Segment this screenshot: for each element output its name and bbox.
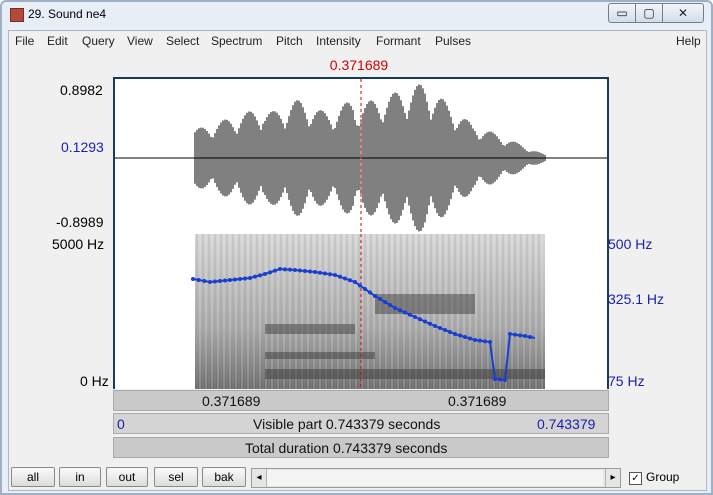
praat-app-icon [10,8,24,22]
time-bar-right-value: 0.371689 [448,393,507,409]
pitch-mid-label: 325.1 Hz [608,291,665,307]
minimize-icon: ▭ [616,6,628,20]
menu-intensity[interactable]: Intensity [316,34,361,48]
spectrogram-panel[interactable] [113,234,609,389]
visible-part-text: Visible part 0.743379 seconds [253,416,441,432]
window-title: 29. Sound ne4 [28,7,107,21]
maximize-button[interactable]: ▢ [635,3,663,23]
menu-file[interactable]: File [15,34,34,48]
time-bar-left-value: 0.371689 [202,393,261,409]
client-area: File Edit Query View Select Spectrum Pit… [8,30,707,491]
horizontal-scrollbar[interactable]: ◂ ▸ [251,468,621,488]
maximize-icon: ▢ [643,6,655,20]
sound-editor-canvas[interactable]: 0.371689 0.8982 0.1293 -0.8989 5000 Hz 0… [9,51,706,461]
visible-part-bar[interactable]: 0 Visible part 0.743379 seconds 0.743379 [113,413,609,434]
waveform-min-label: -0.8989 [56,214,104,230]
total-duration-bar[interactable]: Total duration 0.743379 seconds [113,437,609,458]
zoom-out-button[interactable]: out [106,467,148,487]
title-bar: 29. Sound ne4 ▭ ▢ ✕ [2,2,711,28]
menu-spectrum[interactable]: Spectrum [211,34,262,48]
menu-pitch[interactable]: Pitch [276,34,303,48]
scroll-left-arrow-icon[interactable]: ◂ [252,469,267,487]
waveform-max-label: 0.8982 [60,82,103,98]
menu-pulses[interactable]: Pulses [435,34,471,48]
menu-select[interactable]: Select [166,34,199,48]
waveform-cursor-amplitude-label: 0.1293 [61,139,104,155]
zoom-in-button[interactable]: in [59,467,101,487]
cursor-time-label: 0.371689 [329,57,389,73]
zoom-selection-button[interactable]: sel [154,467,198,487]
spectrogram-top-freq-label: 5000 Hz [52,236,105,252]
menu-help[interactable]: Help [676,34,701,48]
time-bar[interactable]: 0.371689 0.371689 [113,390,609,411]
zoom-all-button[interactable]: all [11,467,55,487]
close-button[interactable]: ✕ [662,3,704,23]
pitch-top-label: 500 Hz [608,236,653,252]
close-icon: ✕ [677,6,689,20]
group-checkbox-label: Group [646,470,680,484]
scroll-right-arrow-icon[interactable]: ▸ [605,469,620,487]
menu-formant[interactable]: Formant [376,34,421,48]
visible-end-value: 0.743379 [537,416,596,432]
waveform-panel[interactable] [113,77,609,236]
menu-view[interactable]: View [127,34,153,48]
spectrogram-plot [191,234,545,389]
spectrogram-bottom-freq-label: 0 Hz [80,373,109,389]
bottom-toolbar: all in out sel bak ◂ ▸ ✓ Group [9,464,706,490]
menu-bar: File Edit Query View Select Spectrum Pit… [9,31,706,51]
zoom-back-button[interactable]: bak [202,467,246,487]
group-checkbox[interactable]: ✓ [629,472,642,485]
waveform-plot [115,79,607,234]
menu-edit[interactable]: Edit [47,34,68,48]
total-duration-text: Total duration 0.743379 seconds [245,440,448,456]
scroll-thumb[interactable] [267,470,603,486]
visible-start-value: 0 [117,416,125,432]
menu-query[interactable]: Query [82,34,115,48]
pitch-bottom-label: 75 Hz [608,373,645,389]
minimize-button[interactable]: ▭ [608,3,636,23]
praat-sound-window: 29. Sound ne4 ▭ ▢ ✕ File Edit Query View… [0,0,713,495]
